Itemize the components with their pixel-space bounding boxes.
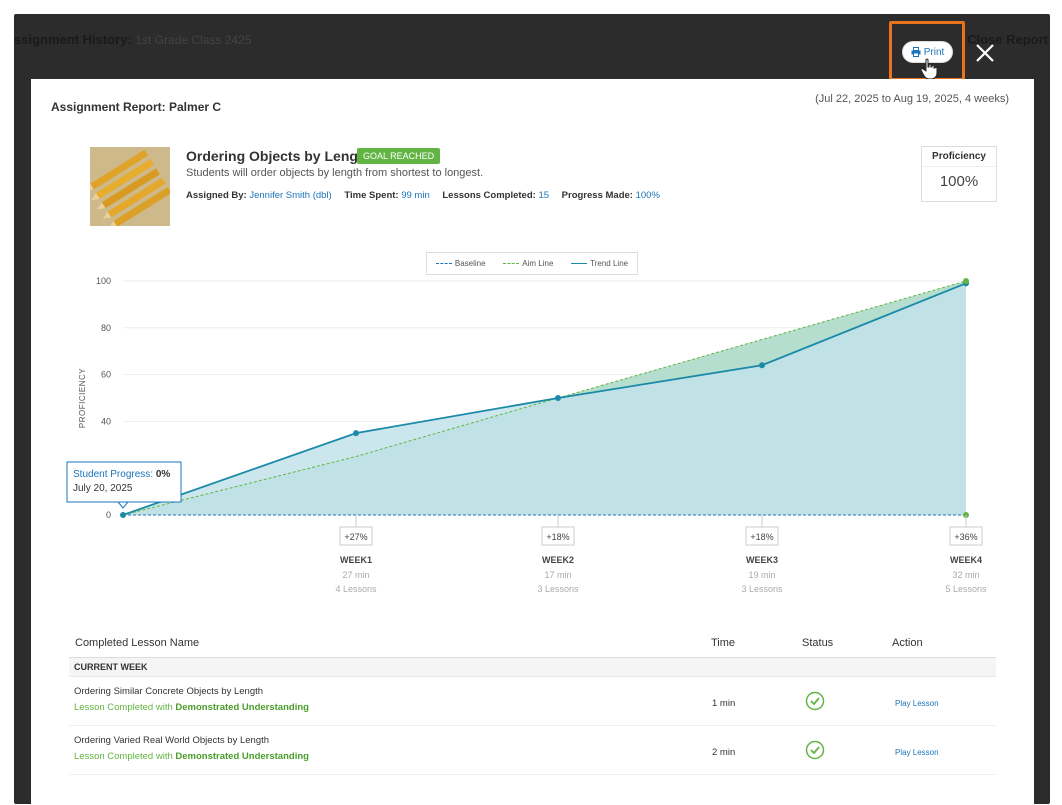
y-tick-label: 60 [101,370,111,380]
check-circle-icon [805,740,825,760]
y-axis-label: PROFICIENCY [78,368,87,428]
tooltip-pointer [116,501,130,509]
week-label: WEEK4 [950,555,982,565]
table-row: Ordering Similar Concrete Objects by Len… [69,677,996,726]
background-title-bold: ssignment History: [14,32,132,47]
print-label: Print [923,46,945,58]
week-label: WEEK3 [746,555,778,565]
trend-point [759,362,765,369]
y-tick-label: 100 [96,276,111,286]
progress-chart: 0 40 60 80 100 PROFICIENCY +27% WEEK1 27 min 4 Le… [66,276,987,594]
report-modal: Assignment Report: Palmer C (Jul 22, 202… [31,79,1034,805]
week-label: WEEK2 [542,555,574,565]
lesson-status-text: Lesson Completed with Demonstrated Under… [74,702,309,713]
col-time: Time [711,637,736,649]
lesson-status-text: Lesson Completed with Demonstrated Under… [74,751,309,762]
week-gain: +36% [954,532,977,542]
lessons-table: Completed Lesson Name Time Status Action… [69,632,996,775]
y-tick-label: 80 [101,323,111,333]
play-lesson-link[interactable]: Play Lesson [895,699,939,708]
tooltip-value: 0% [156,469,171,480]
current-week-section: CURRENT WEEK [69,658,996,677]
week-gain: +18% [750,532,773,542]
tooltip-date: July 20, 2025 [73,483,133,494]
trend-point [353,430,359,437]
background-page-title: ssignment History: 1st Grade Class 2425 [14,32,251,47]
background-title-sub: 1st Grade Class 2425 [135,33,252,47]
week-gain: +18% [546,532,569,542]
tooltip-box [66,461,182,503]
col-status: Status [802,637,834,649]
y-tick-label: 0 [106,510,111,520]
tooltip-label: Student Progress: 0% [73,469,170,480]
week-lessons: 5 Lessons [945,584,987,594]
status-bold: Demonstrated Understanding [175,751,309,762]
week-lessons: 4 Lessons [335,584,377,594]
play-lesson-link[interactable]: Play Lesson [895,748,939,757]
col-lesson-name: Completed Lesson Name [75,637,200,649]
week-lessons: 3 Lessons [741,584,783,594]
trend-point [555,395,561,401]
week-time: 19 min [748,570,775,580]
week-gain: +27% [344,532,367,542]
week-label: WEEK1 [340,555,372,565]
lesson-name: Ordering Similar Concrete Objects by Len… [74,686,264,697]
col-action: Action [892,637,923,649]
week-time: 32 min [952,570,979,580]
lesson-time: 2 min [712,747,736,758]
trend-point [120,512,126,518]
hand-cursor-icon [920,58,938,80]
week-time: 17 min [544,570,571,580]
week-time: 27 min [342,570,369,580]
lesson-time: 1 min [712,698,736,709]
status-bold: Demonstrated Understanding [175,702,309,713]
table-header: Completed Lesson Name Time Status Action [69,632,996,658]
y-tick-label: 40 [101,416,111,426]
lesson-name: Ordering Varied Real World Objects by Le… [74,735,270,746]
close-icon[interactable] [973,41,997,65]
status-prefix: Lesson Completed with [74,702,173,713]
table-row: Ordering Varied Real World Objects by Le… [69,726,996,775]
week-lessons: 3 Lessons [537,584,579,594]
check-circle-icon [805,691,825,711]
status-prefix: Lesson Completed with [74,751,173,762]
printer-icon [911,47,921,57]
aim-end-point [963,278,969,284]
